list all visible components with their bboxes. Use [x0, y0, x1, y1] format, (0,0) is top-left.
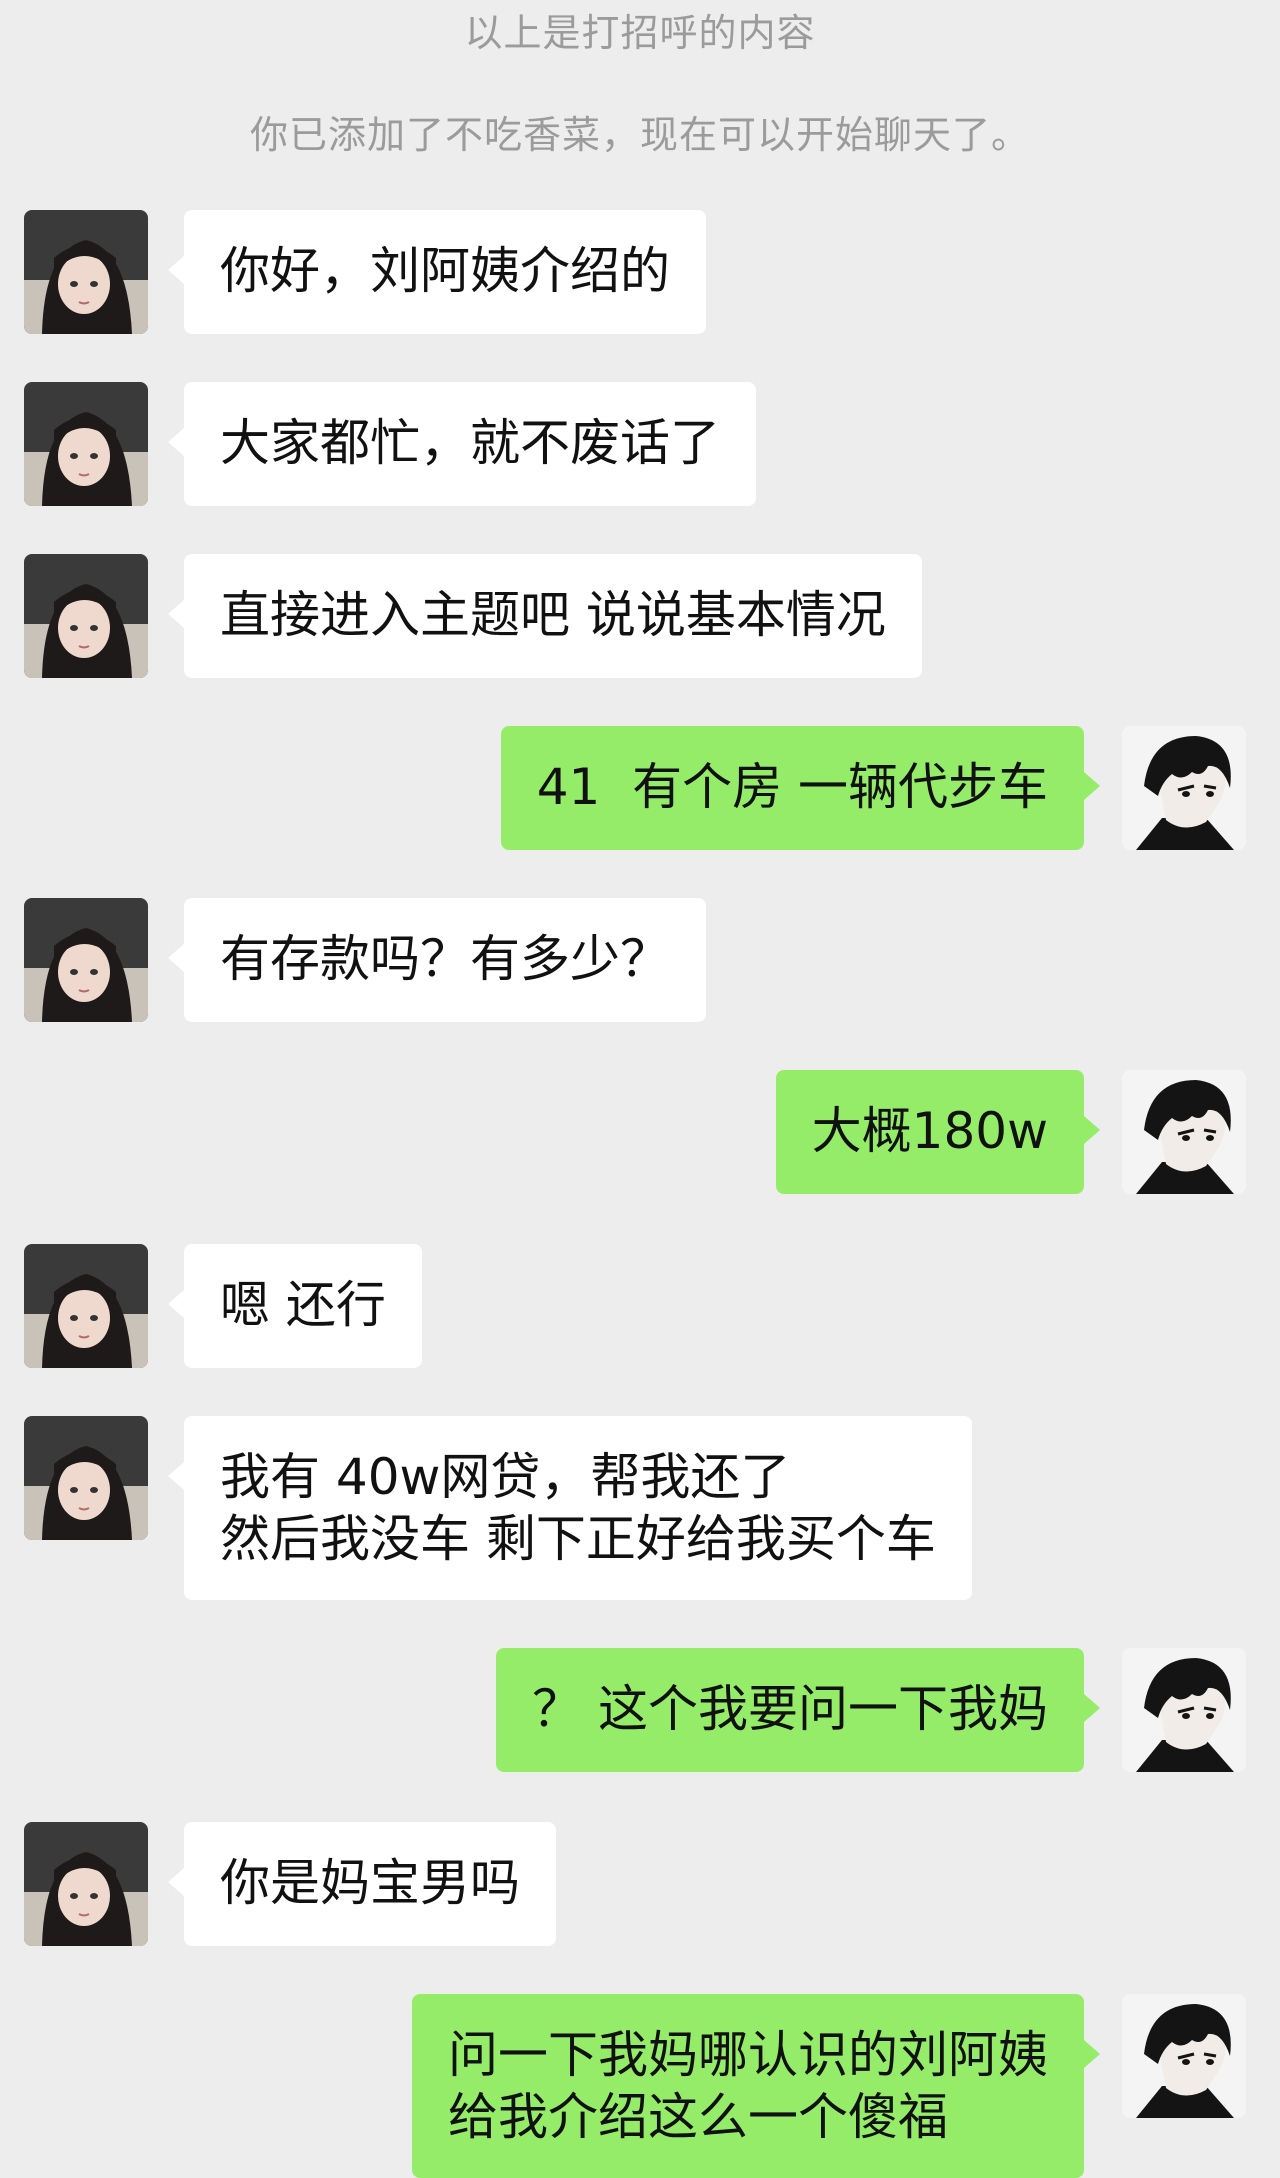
female-avatar-icon[interactable] — [24, 554, 148, 678]
incoming-message-bubble[interactable]: 我有 40w网贷，帮我还了 然后我没车 剩下正好给我买个车 — [168, 1416, 972, 1600]
female-avatar-icon[interactable] — [24, 1822, 148, 1946]
anime-male-avatar-icon[interactable] — [1122, 1648, 1246, 1772]
female-avatar-icon[interactable] — [24, 382, 148, 506]
outgoing-message-bubble[interactable]: ？ 这个我要问一下我妈 — [496, 1648, 1100, 1772]
friend-added-note: 你已添加了不吃香菜，现在可以开始聊天了。 — [249, 113, 1030, 157]
female-avatar-icon[interactable] — [24, 898, 148, 1022]
female-avatar-icon[interactable] — [24, 1416, 148, 1540]
incoming-message-bubble[interactable]: 你是妈宝男吗 — [168, 1822, 556, 1946]
anime-male-avatar-icon[interactable] — [1122, 726, 1246, 850]
incoming-message-bubble[interactable]: 嗯 还行 — [168, 1244, 422, 1368]
female-avatar-icon[interactable] — [24, 1244, 148, 1368]
anime-male-avatar-icon[interactable] — [1122, 1070, 1246, 1194]
incoming-message-bubble[interactable]: 直接进入主题吧 说说基本情况 — [168, 554, 922, 678]
greeting-note: 以上是打招呼的内容 — [464, 11, 816, 55]
outgoing-message-bubble[interactable]: 大概180w — [775, 1070, 1101, 1194]
incoming-message-bubble[interactable]: 你好，刘阿姨介绍的 — [168, 210, 706, 334]
incoming-message-bubble[interactable]: 有存款吗？有多少？ — [168, 898, 706, 1022]
outgoing-message-bubble[interactable]: 问一下我妈哪认识的刘阿姨 给我介绍这么一个傻福 — [412, 1994, 1100, 2178]
incoming-message-bubble[interactable]: 大家都忙，就不废话了 — [168, 382, 756, 506]
anime-male-avatar-icon[interactable] — [1122, 1994, 1246, 2118]
female-avatar-icon[interactable] — [24, 210, 148, 334]
outgoing-message-bubble[interactable]: 41 有个房 一辆代步车 — [500, 726, 1101, 850]
